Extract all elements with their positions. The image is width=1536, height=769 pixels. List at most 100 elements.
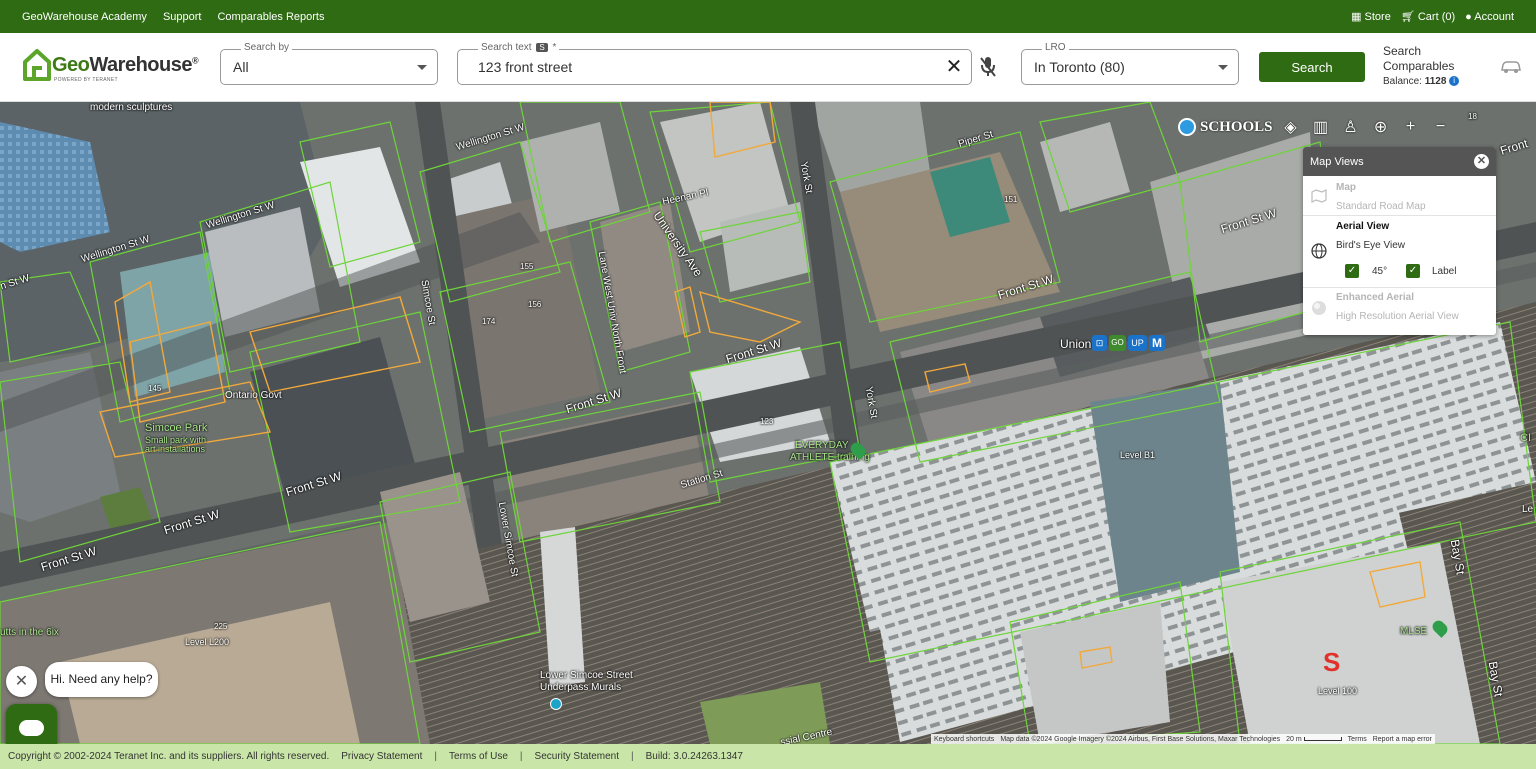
footer-separator: | (519, 751, 523, 762)
security-statement-link[interactable]: Security Statement (535, 751, 619, 762)
build-version: Build: 3.0.24263.1347 (645, 751, 743, 762)
geowarehouse-logo[interactable]: GeoWarehouse® POWERED BY TERANET (22, 48, 199, 88)
aerial-option-title: Aerial View (1336, 221, 1390, 232)
map-view-option-aerial[interactable]: Aerial View Bird's Eye View ✓ 45° ✓ Labe… (1303, 216, 1496, 288)
map-label: MLSE (1400, 626, 1428, 637)
map-views-header: Map Views ✕ (1303, 147, 1496, 176)
parcel-number: 155 (520, 262, 534, 271)
parcel-number: 123 (760, 417, 774, 426)
aerial-map[interactable]: modern sculptures Wellington St W Wellin… (0, 102, 1536, 744)
map-toolbar: SCHOOLS ◈ ▥ ♙ ⊕ + − (1178, 114, 1453, 140)
person-icon[interactable]: ♙ (1339, 115, 1363, 139)
map-label: Level L200 (185, 637, 230, 647)
copyright-text: Copyright © 2002-2024 Teranet Inc. and i… (8, 751, 330, 762)
map-icon[interactable]: ▥ (1309, 115, 1333, 139)
comparables-line2: Comparables (1383, 59, 1455, 73)
car-icon[interactable] (1500, 60, 1522, 74)
aerial-option-subtitle: Bird's Eye View (1336, 240, 1405, 251)
checkbox-45-degree[interactable]: ✓ (1345, 264, 1359, 278)
go-transit-icon: GO (1109, 335, 1126, 351)
store-icon: ▦ (1351, 11, 1362, 23)
store-link[interactable]: ▦ Store (1351, 10, 1391, 23)
cart-link[interactable]: 🛒︎ Cart (0) (1401, 10, 1455, 23)
search-button[interactable]: Search (1259, 52, 1365, 82)
keyboard-shortcuts-link[interactable]: Keyboard shortcuts (934, 736, 994, 743)
comparables-line1: Search (1383, 44, 1422, 58)
map-option-subtitle: Standard Road Map (1336, 201, 1426, 212)
scotiabank-logo-icon: S (1323, 647, 1341, 677)
cart-icon: 🛒︎ (1400, 11, 1415, 23)
map-label: art installations (145, 444, 206, 454)
footer-separator: | (434, 751, 438, 762)
balance-value: 1128 (1424, 76, 1447, 87)
close-chat-button[interactable]: ✕ (6, 666, 37, 697)
parcel-number: 174 (482, 317, 496, 326)
map-view-option-enhanced[interactable]: Enhanced Aerial High Resolution Aerial V… (1303, 288, 1496, 334)
transit-badges: ⊡ GO UP M (1092, 335, 1165, 351)
user-icon: ● (1465, 10, 1472, 23)
enhanced-option-title: Enhanced Aerial (1336, 292, 1414, 303)
info-icon[interactable]: i (1449, 76, 1460, 87)
globe-icon (1311, 243, 1327, 259)
train-icon: ⊡ (1092, 335, 1107, 351)
clear-search-icon[interactable]: ✕ (943, 56, 965, 78)
shortcut-badge: S (536, 43, 548, 52)
lro-legend: LRO (1042, 42, 1069, 53)
lro-select[interactable]: LRO In Toronto (80) (1021, 42, 1239, 85)
zoom-out-button[interactable]: − (1429, 115, 1453, 139)
subway-icon: M (1149, 335, 1165, 351)
chat-prompt-bubble[interactable]: Hi. Need any help? (45, 662, 158, 697)
zoom-in-button[interactable]: + (1399, 115, 1423, 139)
enhanced-globe-icon (1312, 301, 1326, 315)
close-icon[interactable]: ✕ (1474, 154, 1489, 169)
required-mark: * (552, 42, 557, 53)
chevron-down-icon (1218, 65, 1228, 70)
checkbox-label[interactable]: ✓ (1406, 264, 1420, 278)
map-data-text: Map data ©2024 Google Imagery ©2024 Airb… (1000, 735, 1281, 743)
report-map-error-link[interactable]: Report a map error (1373, 736, 1432, 743)
footer-separator: | (631, 751, 634, 762)
search-header: GeoWarehouse® POWERED BY TERANET Search … (0, 33, 1536, 102)
chevron-down-icon (417, 65, 427, 70)
up-express-icon: UP (1128, 335, 1147, 351)
road-map-icon (1311, 189, 1327, 203)
map-label: Le (1522, 504, 1534, 515)
map-label: Ontario Govt (225, 390, 282, 401)
crosshair-icon[interactable]: ⊕ (1369, 115, 1393, 139)
search-text-value: 123 front street (478, 59, 573, 75)
map-views-panel: Map Views ✕ Map Standard Road Map Aerial… (1303, 147, 1496, 335)
nav-link-comparables-reports[interactable]: Comparables Reports (217, 11, 324, 23)
camera-pin-icon[interactable] (550, 698, 562, 710)
terms-of-use-link[interactable]: Terms of Use (449, 751, 508, 762)
search-by-select[interactable]: Search by All (220, 42, 438, 85)
parcel-number: 145 (148, 384, 162, 393)
map-label: Underpass Murals (540, 682, 622, 693)
privacy-link[interactable]: Privacy Statement (341, 751, 422, 762)
map-label: modern sculptures (90, 102, 173, 113)
balance-label: Balance: (1383, 76, 1422, 87)
logo-reg: ® (191, 55, 199, 66)
nav-link-support[interactable]: Support (163, 11, 202, 23)
schools-toggle[interactable]: SCHOOLS (1178, 118, 1273, 136)
search-comparables[interactable]: Search Comparables Balance: 1128 i (1383, 44, 1460, 89)
chat-icon (19, 720, 44, 736)
map-option-title: Map (1336, 182, 1356, 193)
parcel-number: 156 (528, 300, 542, 309)
nav-link-academy[interactable]: GeoWarehouse Academy (22, 11, 147, 23)
map-label: CI (1520, 432, 1531, 444)
schools-label: SCHOOLS (1200, 118, 1273, 135)
search-text-input[interactable]: Search text S * 123 front street ✕ (457, 42, 972, 85)
map-attribution: Keyboard shortcuts Map data ©2024 Google… (931, 734, 1435, 744)
microphone-off-icon[interactable] (978, 55, 998, 79)
checkbox-label-text: Label (1432, 266, 1457, 277)
parcel-number: 151 (1004, 195, 1018, 204)
map-view-option-map[interactable]: Map Standard Road Map (1303, 176, 1496, 216)
checkbox-45-label: 45° (1372, 266, 1388, 277)
account-link[interactable]: ● Account (1465, 11, 1514, 23)
layers-icon[interactable]: ◈ (1279, 115, 1303, 139)
logo-geo: Geo (52, 54, 90, 76)
terms-link[interactable]: Terms (1348, 736, 1367, 743)
map-label: Simcoe Park (145, 422, 208, 434)
map-label: Lower Simcoe Street (540, 670, 633, 681)
footer: Copyright © 2002-2024 Teranet Inc. and i… (0, 744, 1536, 769)
